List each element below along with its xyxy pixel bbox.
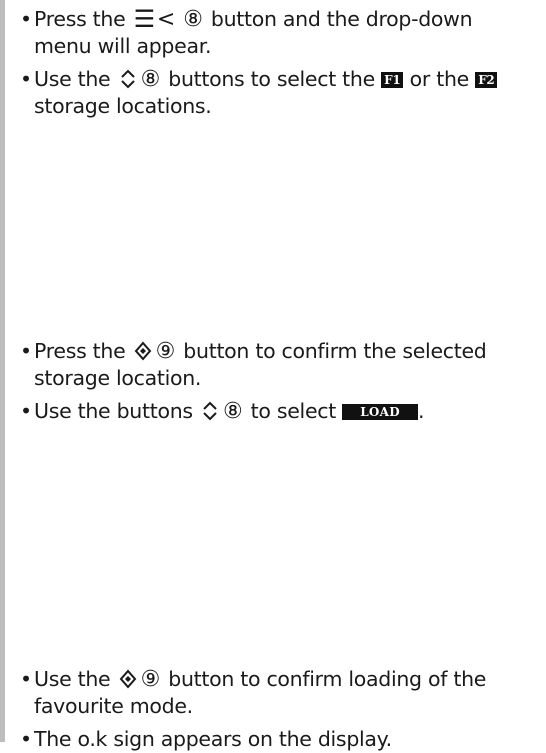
bullet: •: [20, 339, 32, 363]
step-text: Press the: [34, 7, 126, 31]
number-9-icon: ⑨: [155, 339, 176, 364]
f1-badge: F1: [381, 72, 404, 88]
f2-badge: F2: [475, 72, 498, 88]
step-text: button and the drop-down: [210, 7, 473, 31]
up-down-icon: [203, 401, 217, 421]
instruction-item: • Press the ☰< ⑧ button and the drop-down…: [20, 6, 540, 60]
step-continuation: storage location.: [34, 366, 202, 390]
left-margin-bar: [0, 0, 5, 742]
step-continuation: favourite mode.: [34, 694, 193, 718]
bullet: •: [20, 727, 32, 751]
confirm-icon: [119, 669, 136, 689]
number-8-icon: ⑧: [140, 67, 161, 92]
step-text: button to confirm loading of the: [168, 667, 487, 691]
instruction-item: • Use the ⑨ button to confirm loading of …: [20, 666, 540, 720]
confirm-icon: [134, 341, 151, 361]
step-text: The o.k sign appears on the display.: [34, 727, 392, 751]
step-text: to select: [250, 399, 337, 423]
step-continuation: storage locations.: [34, 94, 212, 118]
bullet: •: [20, 67, 32, 91]
menu-icon: ☰: [133, 5, 156, 33]
back-chevron-icon: <: [156, 7, 175, 32]
bullet: •: [20, 7, 32, 31]
instruction-item: • Press the ⑨ button to confirm the selec…: [20, 338, 540, 392]
bullet: •: [20, 399, 32, 423]
up-down-icon: [120, 69, 135, 89]
number-9-icon: ⑨: [140, 667, 161, 692]
step-text: or the: [409, 67, 470, 91]
step-text: Press the: [34, 339, 126, 363]
number-8-icon: ⑧: [183, 7, 203, 32]
bullet: •: [20, 667, 32, 691]
step-text: buttons to select the: [168, 67, 375, 91]
instruction-item: • Use the buttons ⑧ to select LOAD.: [20, 398, 540, 425]
number-8-icon: ⑧: [223, 399, 243, 424]
instruction-item: • The o.k sign appears on the display.: [20, 726, 540, 753]
step-text: Use the: [34, 67, 111, 91]
step-text: .: [418, 399, 425, 423]
step-text: Use the: [34, 667, 111, 691]
instruction-item: • Use the ⑧ buttons to select the F1 or t…: [20, 66, 540, 120]
load-badge: LOAD: [342, 404, 418, 420]
step-continuation: menu will appear.: [34, 34, 212, 58]
step-text: Use the buttons: [34, 399, 193, 423]
step-text: button to confirm the selected: [183, 339, 487, 363]
